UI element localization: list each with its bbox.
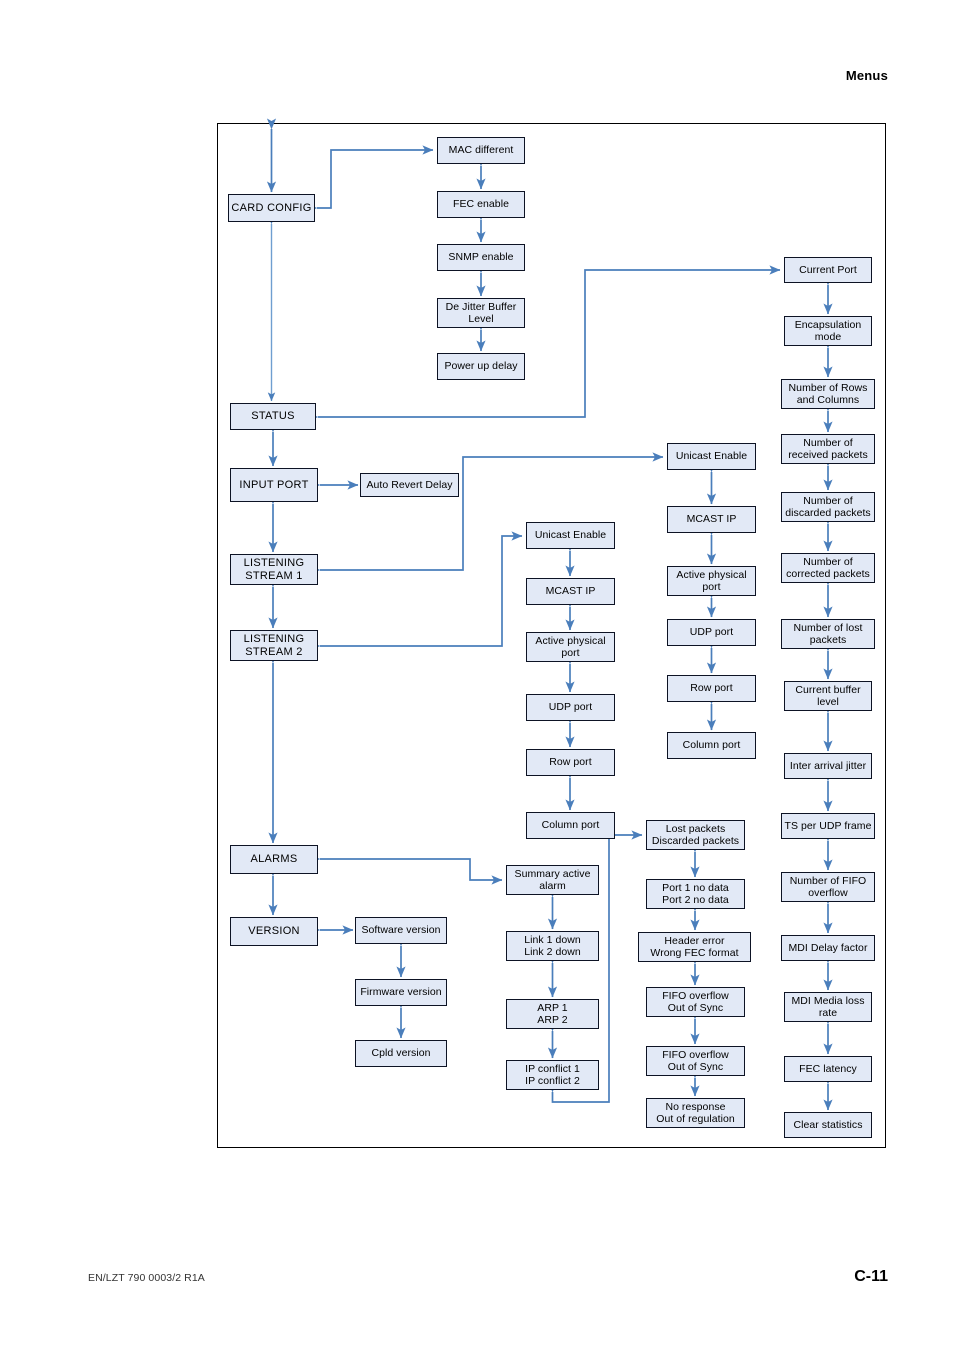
node-s2_unicast: Unicast Enable <box>526 522 615 549</box>
node-listening1: LISTENING STREAM 1 <box>230 554 318 585</box>
node-fifo1: FIFO overflow Out of Sync <box>646 987 745 1017</box>
node-software_version: Software version <box>355 917 447 944</box>
node-card_config: CARD CONFIG <box>228 194 315 222</box>
node-inter_jitter: Inter arrival jitter <box>784 753 872 779</box>
node-s2_udp: UDP port <box>526 694 615 721</box>
node-s1_col: Column port <box>667 732 756 759</box>
node-fec_latency: FEC latency <box>784 1056 872 1082</box>
node-auto_revert_delay: Auto Revert Delay <box>360 473 459 497</box>
node-ip_conflict: IP conflict 1 IP conflict 2 <box>506 1060 599 1090</box>
node-listening2: LISTENING STREAM 2 <box>230 630 318 661</box>
node-summary_alarm: Summary active alarm <box>506 865 599 895</box>
node-header_error: Header error Wrong FEC format <box>638 932 751 962</box>
node-fifo_overflow_n: Number of FIFO overflow <box>781 872 875 902</box>
node-port_no_data: Port 1 no data Port 2 no data <box>646 879 745 909</box>
page-header-title: Menus <box>845 68 888 83</box>
node-s1_row: Row port <box>667 675 756 702</box>
node-s2_col: Column port <box>526 812 615 839</box>
node-s2_row: Row port <box>526 749 615 776</box>
node-received_packets: Number of received packets <box>781 434 875 464</box>
node-discarded_packets: Number of discarded packets <box>781 492 875 522</box>
node-s1_unicast: Unicast Enable <box>667 443 756 470</box>
node-current_port: Current Port <box>784 257 872 283</box>
footer-document-id: EN/LZT 790 0003/2 R1A <box>88 1272 205 1284</box>
node-cpld_version: Cpld version <box>355 1040 447 1067</box>
node-ts_per_udp: TS per UDP frame <box>781 813 875 839</box>
node-mdi_delay: MDI Delay factor <box>781 935 875 961</box>
node-arp: ARP 1 ARP 2 <box>506 999 599 1029</box>
node-status: STATUS <box>230 403 316 430</box>
node-s1_udp: UDP port <box>667 619 756 646</box>
node-snmp_enable: SNMP enable <box>437 244 525 271</box>
node-lost_packets: Lost packets Discarded packets <box>646 820 745 850</box>
node-encapsulation: Encapsulation mode <box>784 316 872 346</box>
node-mdi_media_loss: MDI Media loss rate <box>784 992 872 1022</box>
node-mac_different: MAC different <box>437 137 525 164</box>
node-de_jitter: De Jitter Buffer Level <box>437 298 525 328</box>
node-power_up_delay: Power up delay <box>437 353 525 380</box>
node-link_down: Link 1 down Link 2 down <box>506 931 599 961</box>
node-clear_statistics: Clear statistics <box>784 1112 872 1138</box>
node-corrected_packets: Number of corrected packets <box>781 553 875 583</box>
node-no_response: No response Out of regulation <box>646 1098 745 1128</box>
node-version: VERSION <box>230 917 318 946</box>
node-s2_active: Active physical port <box>526 632 615 662</box>
node-current_buffer: Current buffer level <box>784 681 872 711</box>
document-page: Menus CARD CONFIG MAC different FEC enab… <box>0 0 954 1350</box>
node-s1_active: Active physical port <box>667 566 756 596</box>
node-input_port: INPUT PORT <box>230 468 318 502</box>
node-alarms: ALARMS <box>230 845 318 874</box>
node-rows_columns: Number of Rows and Columns <box>781 379 875 409</box>
node-fifo2: FIFO overflow Out of Sync <box>646 1046 745 1076</box>
node-lost_packets_r: Number of lost packets <box>781 619 875 649</box>
footer-page-number: C-11 <box>854 1268 888 1285</box>
node-firmware_version: Firmware version <box>355 979 447 1006</box>
node-s2_mcast: MCAST IP <box>526 578 615 605</box>
node-s1_mcast: MCAST IP <box>667 506 756 533</box>
node-fec_enable: FEC enable <box>437 191 525 218</box>
